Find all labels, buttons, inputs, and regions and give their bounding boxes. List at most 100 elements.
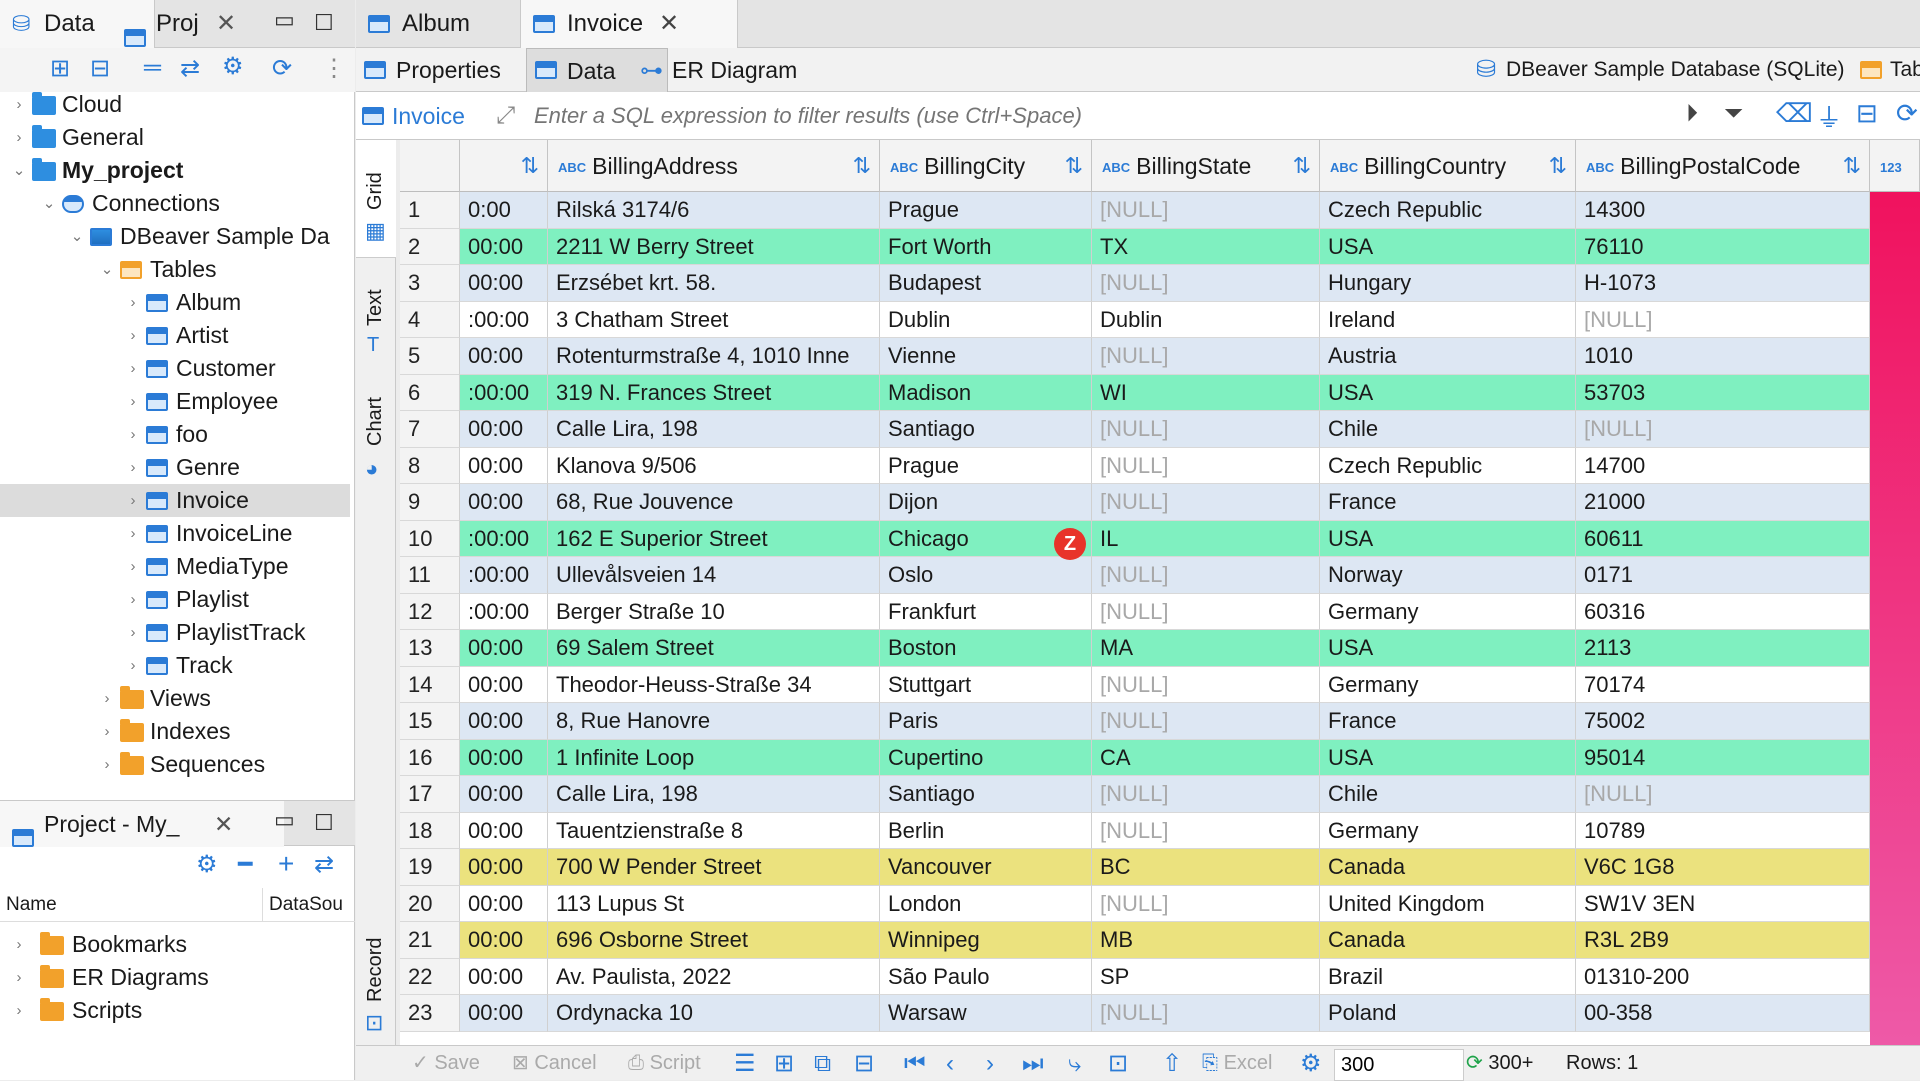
cell-address[interactable]: 696 Osborne Street <box>548 922 880 959</box>
cell-postal[interactable]: 01310-200 <box>1576 958 1870 995</box>
cell-time[interactable]: 00:00 <box>460 630 548 667</box>
refresh-icon[interactable]: ⟳ <box>1896 98 1918 129</box>
cell-time[interactable]: 00:00 <box>460 703 548 740</box>
minimize-icon[interactable]: ▭ <box>274 0 295 48</box>
cell-country[interactable]: USA <box>1320 739 1576 776</box>
cell-address[interactable]: Erzsébet krt. 58. <box>548 265 880 302</box>
cell-postal[interactable]: SW1V 3EN <box>1576 885 1870 922</box>
table-row[interactable]: 5 00:00 Rotenturmstraße 4, 1010 Inne Vienne… <box>400 338 1920 375</box>
tree-item-playlisttrack[interactable]: › PlaylistTrack <box>0 616 350 649</box>
cell-state[interactable]: [NULL] <box>1092 447 1320 484</box>
cell-state[interactable]: [NULL] <box>1092 192 1320 229</box>
chevron-right-icon[interactable]: › <box>12 88 26 121</box>
table-row[interactable]: 17 00:00 Calle Lira, 198 Santiago [NULL] Chil… <box>400 776 1920 813</box>
cell-address[interactable]: 162 E Superior Street <box>548 520 880 557</box>
cell-postal[interactable]: 60316 <box>1576 593 1870 630</box>
cell-address[interactable]: 1 Infinite Loop <box>548 739 880 776</box>
cell-city[interactable]: London <box>880 885 1092 922</box>
cell-country[interactable]: Hungary <box>1320 265 1576 302</box>
cell-city[interactable]: Vienne <box>880 338 1092 375</box>
cell-city[interactable]: Santiago <box>880 776 1092 813</box>
cell-state[interactable]: CA <box>1092 739 1320 776</box>
table-selector[interactable]: Tab <box>1860 48 1920 92</box>
cell-state[interactable]: [NULL] <box>1092 593 1320 630</box>
column-header-col0[interactable]: ⇅ <box>460 140 548 192</box>
column-header-billingstate[interactable]: ABC BillingState ⇅ <box>1092 140 1320 192</box>
cell-country[interactable]: France <box>1320 484 1576 521</box>
cell-time[interactable]: :00:00 <box>460 557 548 594</box>
column-header-billingpostalcode[interactable]: ABC BillingPostalCode ⇅ <box>1576 140 1870 192</box>
cell-address[interactable]: Berger Straße 10 <box>548 593 880 630</box>
cell-country[interactable]: United Kingdom <box>1320 885 1576 922</box>
chevron-right-icon[interactable]: › <box>126 451 140 484</box>
row-number[interactable]: 19 <box>400 849 460 886</box>
cell-city[interactable]: Warsaw <box>880 995 1092 1032</box>
tree-item-album[interactable]: › Album <box>0 286 350 319</box>
cell-time[interactable]: 00:00 <box>460 739 548 776</box>
cell-country[interactable]: France <box>1320 703 1576 740</box>
cell-postal[interactable]: [NULL] <box>1576 411 1870 448</box>
cell-time[interactable]: 00:00 <box>460 922 548 959</box>
close-icon[interactable]: ✕ <box>659 0 679 48</box>
cell-city[interactable]: Santiago <box>880 411 1092 448</box>
cell-state[interactable]: [NULL] <box>1092 776 1320 813</box>
cell-time[interactable]: 00:00 <box>460 958 548 995</box>
cell-city[interactable]: Budapest <box>880 265 1092 302</box>
cell-country[interactable]: USA <box>1320 630 1576 667</box>
row-number[interactable]: 6 <box>400 374 460 411</box>
cell-state[interactable]: MA <box>1092 630 1320 667</box>
table-row[interactable]: 10:00:00 162 E Superior Street Chicago IL US… <box>400 520 1920 557</box>
expand-icon[interactable]: ⤢ <box>496 102 515 130</box>
cell-country[interactable]: Norway <box>1320 557 1576 594</box>
table-row[interactable]: 7 00:00 Calle Lira, 198 Santiago [NULL] Chile… <box>400 411 1920 448</box>
cell-postal[interactable]: 1010 <box>1576 338 1870 375</box>
cell-address[interactable]: Tauentzienstraße 8 <box>548 812 880 849</box>
project-item-scripts[interactable]: › Scripts <box>0 994 350 1027</box>
cell-time[interactable]: 00:00 <box>460 228 548 265</box>
row-number[interactable]: 5 <box>400 338 460 375</box>
tree-item-indexes[interactable]: › Indexes <box>0 715 350 748</box>
cell-state[interactable]: [NULL] <box>1092 557 1320 594</box>
cell-postal[interactable]: 60611 <box>1576 520 1870 557</box>
tree-item-genre[interactable]: › Genre <box>0 451 350 484</box>
cell-country[interactable]: Canada <box>1320 922 1576 959</box>
tree-item-cloud[interactable]: › Cloud <box>0 88 350 121</box>
cell-state[interactable]: [NULL] <box>1092 703 1320 740</box>
filter-input[interactable] <box>532 98 1532 134</box>
apply-filter-icon[interactable]: ⏵ <box>1686 100 1698 128</box>
chevron-right-icon[interactable]: › <box>12 994 26 1027</box>
cell-postal[interactable]: 76110 <box>1576 228 1870 265</box>
row-number[interactable]: 14 <box>400 666 460 703</box>
chevron-right-icon[interactable]: › <box>126 616 140 649</box>
cell-address[interactable]: Ullevålsveien 14 <box>548 557 880 594</box>
cell-country[interactable]: Chile <box>1320 776 1576 813</box>
cell-postal[interactable]: V6C 1G8 <box>1576 849 1870 886</box>
row-number[interactable]: 18 <box>400 812 460 849</box>
table-row[interactable]: 14 00:00 Theodor-Heuss-Straße 34 Stuttgart[… <box>400 666 1920 703</box>
cell-country[interactable]: Chile <box>1320 411 1576 448</box>
cell-country[interactable]: Ireland <box>1320 301 1576 338</box>
fetch-size-input[interactable] <box>1334 1049 1464 1081</box>
cell-address[interactable]: Ordynacka 10 <box>548 995 880 1032</box>
more-icon[interactable]: ⋮ <box>322 54 346 83</box>
tree-item-playlist[interactable]: › Playlist <box>0 583 350 616</box>
cell-postal[interactable]: 10789 <box>1576 812 1870 849</box>
first-page-icon[interactable]: ⏮ <box>904 1046 926 1081</box>
cell-address[interactable]: Klanova 9/506 <box>548 447 880 484</box>
tree-item-invoice[interactable]: › Invoice <box>0 484 350 517</box>
tab-project[interactable]: Project - My_ ✕ <box>0 801 284 847</box>
cell-time[interactable]: 00:00 <box>460 995 548 1032</box>
row-number[interactable]: 10 <box>400 520 460 557</box>
cell-time[interactable]: :00:00 <box>460 520 548 557</box>
cell-country[interactable]: USA <box>1320 520 1576 557</box>
tab-grid[interactable]: Grid ▦ <box>356 140 396 258</box>
chevron-right-icon[interactable]: › <box>126 583 140 616</box>
fetch-all-button[interactable]: ⟳ 300+ <box>1466 1046 1533 1081</box>
cell-postal[interactable]: H-1073 <box>1576 265 1870 302</box>
tree-item-general[interactable]: › General <box>0 121 350 154</box>
cell-city[interactable]: Paris <box>880 703 1092 740</box>
cell-city[interactable]: Winnipeg <box>880 922 1092 959</box>
table-row[interactable]: 18 00:00 Tauentzienstraße 8 Berlin [NULL] Ger… <box>400 812 1920 849</box>
cell-address[interactable]: Calle Lira, 198 <box>548 776 880 813</box>
cell-city[interactable]: Prague <box>880 192 1092 229</box>
